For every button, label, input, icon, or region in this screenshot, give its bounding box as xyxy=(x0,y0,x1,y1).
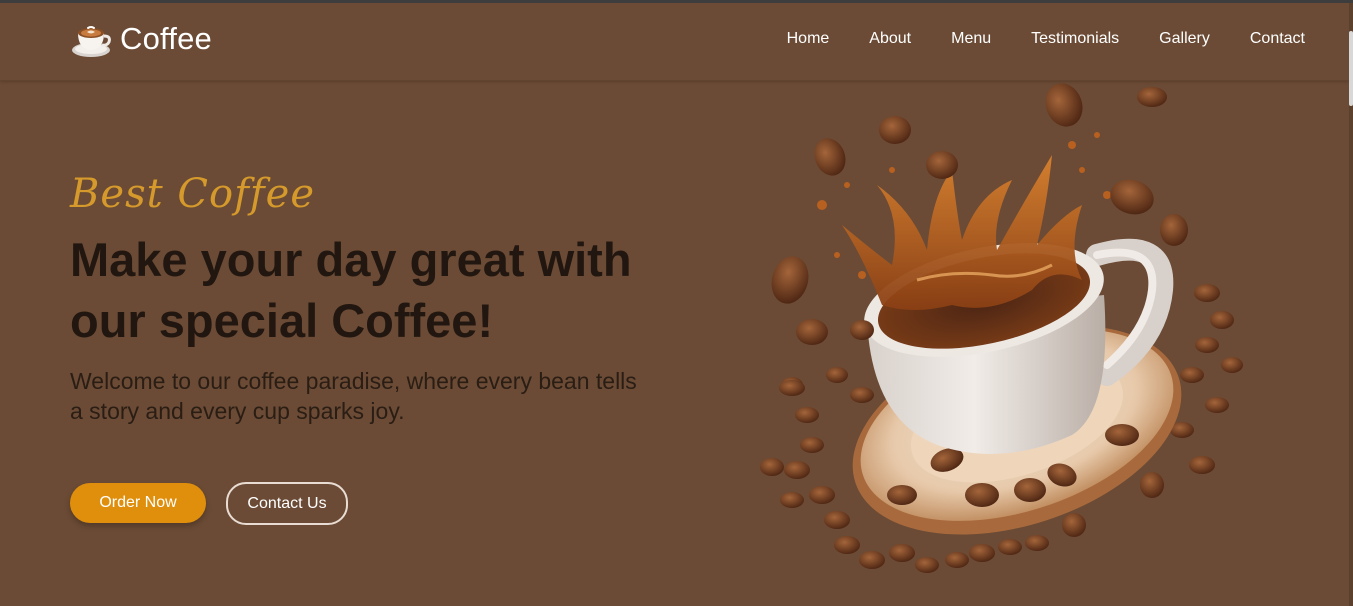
hero-subtitle-line1: Welcome to our coffee paradise, where ev… xyxy=(70,368,637,394)
coffee-cup-icon xyxy=(72,26,111,57)
contact-us-button[interactable]: Contact Us xyxy=(226,482,348,525)
hero-tagline: Best Coffee xyxy=(70,171,316,217)
logo-link[interactable]: Coffee xyxy=(70,19,212,61)
hero-subtitle: Welcome to our coffee paradise, where ev… xyxy=(70,366,640,426)
nav-testimonials[interactable]: Testimonials xyxy=(1031,30,1119,47)
nav-gallery[interactable]: Gallery xyxy=(1159,30,1210,47)
hero-headline: Make your day great with our special Cof… xyxy=(70,233,632,347)
hero-buttons: Order Now Contact Us xyxy=(70,482,348,525)
nav-menu: Home About Menu Testimonials Gallery Con… xyxy=(787,30,1305,48)
scrollbar-thumb[interactable] xyxy=(1349,31,1353,106)
coffee-cup-splash-image xyxy=(760,83,1243,573)
navbar: Coffee Home About Menu Testimonials Gall… xyxy=(0,3,1349,81)
nav-menu-link[interactable]: Menu xyxy=(951,30,991,47)
nav-about[interactable]: About xyxy=(869,30,911,47)
hero-text: Best Coffee Make your day great with our… xyxy=(70,169,670,426)
scrollbar[interactable] xyxy=(1349,3,1353,606)
nav-contact[interactable]: Contact xyxy=(1250,30,1305,47)
hero-subtitle-line2: a story and every cup sparks joy. xyxy=(70,398,405,424)
nav-home[interactable]: Home xyxy=(787,30,830,47)
order-now-button[interactable]: Order Now xyxy=(70,483,206,523)
page: Coffee Home About Menu Testimonials Gall… xyxy=(0,0,1353,606)
logo-text: Coffee xyxy=(120,21,212,56)
